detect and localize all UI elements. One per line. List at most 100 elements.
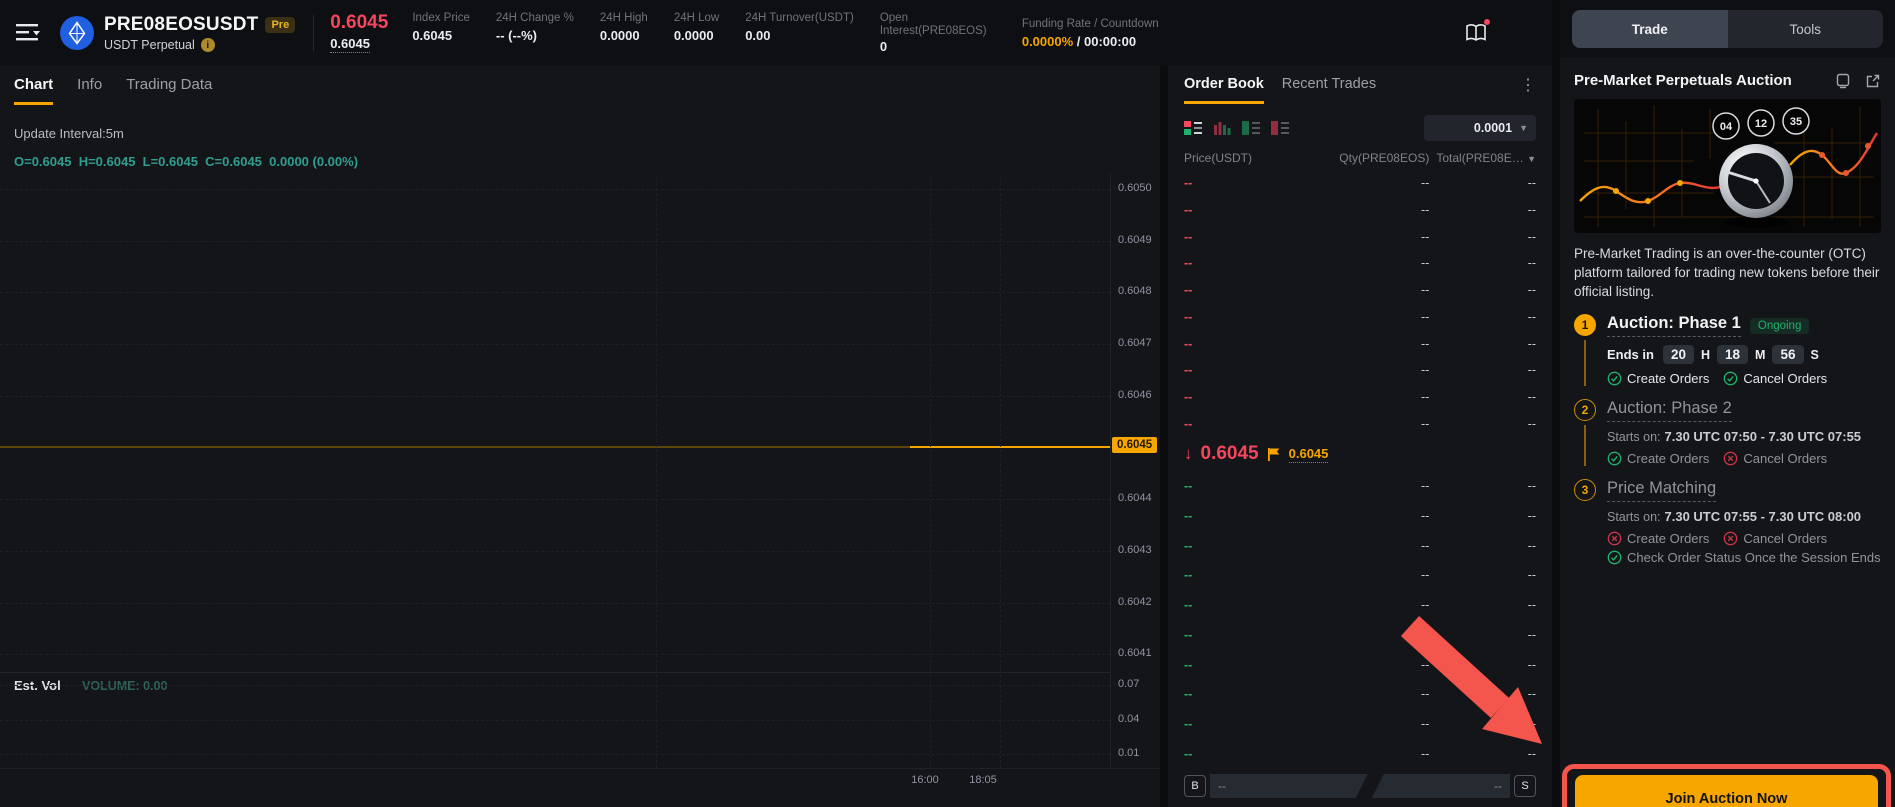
orderbook-row[interactable]: ------: [1184, 479, 1536, 493]
orderbook-row[interactable]: ------: [1184, 363, 1536, 377]
mark-price-flagged[interactable]: 0.6045: [1289, 446, 1329, 463]
time-axis-label: 16:00: [911, 774, 939, 786]
stat-value: 0: [880, 39, 996, 54]
view-mode-asks-icon[interactable]: [1271, 121, 1289, 135]
ob-price: --: [1184, 747, 1301, 761]
gridline: [0, 654, 1110, 655]
orderbook-row[interactable]: ------: [1184, 337, 1536, 351]
ob-qty: --: [1301, 539, 1429, 553]
ob-qty: --: [1301, 717, 1429, 731]
orderbook-row[interactable]: ------: [1184, 230, 1536, 244]
orderbook-row[interactable]: ------: [1184, 539, 1536, 553]
orderbook-row[interactable]: ------: [1184, 310, 1536, 324]
chevron-down-icon: ▼: [1527, 154, 1536, 164]
permission-allowed: Check Order Status Once the Session Ends: [1607, 550, 1881, 565]
stat-value: -- (--%): [496, 28, 574, 43]
tab-order-book[interactable]: Order Book: [1184, 76, 1264, 104]
hamburger-menu-icon[interactable]: [16, 22, 42, 44]
banner-badge-1: 04: [1720, 121, 1733, 133]
view-mode-bids-icon[interactable]: [1242, 121, 1260, 135]
volume-divider: [0, 672, 1110, 673]
ob-price: --: [1184, 337, 1301, 351]
status-badge-ongoing: Ongoing: [1750, 318, 1809, 334]
ob-qty: --: [1301, 390, 1429, 404]
join-auction-button[interactable]: Join Auction Now: [1575, 775, 1878, 807]
bids-list: ----------------------------------------…: [1184, 471, 1536, 769]
col-qty: Qty(PRE08EOS): [1301, 151, 1429, 165]
sell-ratio-bar: --: [1372, 774, 1510, 798]
orderbook-row[interactable]: ------: [1184, 568, 1536, 582]
tick-size-dropdown[interactable]: 0.0001 ▼: [1424, 115, 1536, 141]
stat-value: 0.0000: [674, 28, 719, 43]
orderbook-row[interactable]: ------: [1184, 203, 1536, 217]
phase-3-title[interactable]: Price Matching: [1607, 479, 1716, 502]
kebab-menu-icon[interactable]: ⋮: [1520, 76, 1536, 94]
ob-qty: --: [1301, 747, 1429, 761]
col-price: Price(USDT): [1184, 151, 1301, 165]
orderbook-row[interactable]: ------: [1184, 417, 1536, 431]
ob-total: --: [1429, 568, 1536, 582]
orderbook-row[interactable]: ------: [1184, 687, 1536, 701]
orderbook-row[interactable]: ------: [1184, 176, 1536, 190]
ob-total: --: [1429, 176, 1536, 190]
contract-type: USDT Perpetual: [104, 38, 195, 52]
orderbook-row[interactable]: ------: [1184, 390, 1536, 404]
countdown-hours: 20: [1663, 345, 1694, 364]
orders-book-icon[interactable]: [1464, 22, 1488, 44]
notification-dot: [1484, 19, 1490, 25]
funding-countdown: / 00:00:00: [1073, 34, 1136, 49]
eos-icon: [66, 21, 88, 45]
right-sidebar: Trade Tools Pre-Market Perpetuals Auctio…: [1560, 0, 1895, 807]
time-axis-label: 18:05: [969, 774, 997, 786]
ob-total: --: [1429, 310, 1536, 324]
orderbook-row[interactable]: ------: [1184, 283, 1536, 297]
col-total[interactable]: Total(PRE08E… ▼: [1429, 151, 1536, 165]
chart-pane[interactable]: 0.6045 Est. Vol VOLUME: 0.00 0.60500.604…: [0, 66, 1160, 807]
orderbook-row[interactable]: ------: [1184, 747, 1536, 761]
ob-qty: --: [1301, 598, 1429, 612]
tab-recent-trades[interactable]: Recent Trades: [1282, 76, 1376, 101]
tab-tools[interactable]: Tools: [1728, 10, 1884, 48]
auction-panel: Pre-Market Perpetuals Auction: [1560, 58, 1895, 807]
orderbook-row[interactable]: ------: [1184, 598, 1536, 612]
last-price-line: [0, 446, 1110, 448]
phase-2-title[interactable]: Auction: Phase 2: [1607, 399, 1732, 422]
ob-total: --: [1429, 628, 1536, 642]
funding-rate: 0.0000%: [1022, 34, 1073, 49]
guide-doc-icon[interactable]: [1835, 73, 1851, 89]
arrow-down-icon: ↓: [1184, 444, 1193, 464]
orderbook-row[interactable]: ------: [1184, 256, 1536, 270]
view-mode-both-icon[interactable]: [1184, 121, 1202, 135]
external-link-icon[interactable]: [1865, 73, 1881, 89]
tab-trade[interactable]: Trade: [1572, 10, 1728, 48]
permission-denied: Cancel Orders: [1723, 531, 1827, 546]
orderbook-row[interactable]: ------: [1184, 717, 1536, 731]
gridline: [0, 603, 1110, 604]
info-icon[interactable]: i: [201, 38, 215, 52]
ob-price: --: [1184, 539, 1301, 553]
volume-axis-label: 0.07: [1118, 678, 1139, 690]
countdown-minutes: 18: [1717, 345, 1748, 364]
ob-qty: --: [1301, 479, 1429, 493]
banner-badge-3: 35: [1790, 116, 1802, 128]
phase-3-schedule: Starts on:7.30 UTC 07:55 - 7.30 UTC 08:0…: [1607, 509, 1881, 524]
view-mode-depth-icon[interactable]: [1213, 121, 1231, 135]
volume-readout: VOLUME: 0.00: [82, 679, 167, 693]
orderbook-last-price: 0.6045: [1201, 443, 1259, 465]
ob-price: --: [1184, 256, 1301, 270]
funding-label: Funding Rate / Countdown: [1022, 18, 1159, 30]
last-price-tag: 0.6045: [1112, 437, 1157, 453]
volume-axis-label: 0.01: [1118, 747, 1139, 759]
orderbook-panel: Order Book Recent Trades ⋮: [1168, 66, 1552, 807]
ob-qty: --: [1301, 337, 1429, 351]
stat-value: 0.00: [745, 28, 854, 43]
phase-1-title[interactable]: Auction: Phase 1: [1607, 314, 1741, 337]
ends-in-label: Ends in: [1607, 347, 1654, 362]
orderbook-row[interactable]: ------: [1184, 628, 1536, 642]
ticker-stat: 24H High0.0000: [600, 12, 648, 43]
ob-price: --: [1184, 598, 1301, 612]
orderbook-row[interactable]: ------: [1184, 509, 1536, 523]
flag-icon: [1267, 447, 1281, 462]
orderbook-row[interactable]: ------: [1184, 658, 1536, 672]
ob-price: --: [1184, 176, 1301, 190]
